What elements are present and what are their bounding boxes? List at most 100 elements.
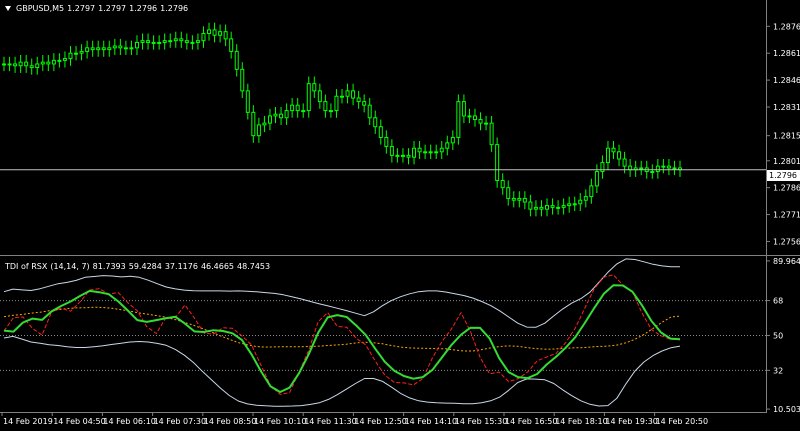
- candle-body: [240, 68, 245, 92]
- candle-body: [312, 83, 317, 92]
- candle-body: [539, 206, 544, 210]
- candle-body: [256, 124, 261, 137]
- candle-body: [85, 47, 90, 52]
- ohlc-low: 1.2796: [129, 4, 158, 13]
- candle-body: [528, 201, 533, 210]
- candle-body: [639, 167, 644, 170]
- time-tick-label: 14 Feb 19:30: [605, 417, 657, 426]
- candle-body: [234, 50, 239, 70]
- current-price-tag: 1.2796: [767, 170, 800, 181]
- candle-body: [13, 63, 18, 67]
- candle-body: [229, 38, 234, 52]
- candles: [2, 22, 682, 217]
- candle-body: [511, 197, 516, 201]
- candle-body: [450, 136, 455, 144]
- candle-body: [57, 59, 62, 62]
- candle-body: [589, 185, 594, 198]
- candle-body: [367, 104, 372, 119]
- candle-body: [151, 41, 156, 44]
- candle-body: [428, 151, 433, 154]
- candle-body: [273, 113, 278, 117]
- price-tick-label: 1.2801: [773, 157, 800, 166]
- ohlc-open: 1.2797: [67, 4, 96, 13]
- price-tick-label: 1.2786: [773, 184, 800, 193]
- candle-body: [90, 47, 95, 51]
- candle-body: [412, 147, 417, 158]
- candle-body: [495, 144, 500, 181]
- indicator-value-0: 81.7393: [92, 262, 126, 271]
- candle-body: [389, 145, 394, 156]
- time-tick-label: 14 Feb 11:30: [304, 417, 356, 426]
- candle-body: [184, 40, 189, 43]
- candle-body: [112, 45, 117, 49]
- candle-body: [251, 111, 256, 137]
- candle-body: [29, 65, 34, 69]
- indicator-axis[interactable]: 89.964 68 50 32 10.5038: [766, 257, 800, 414]
- candle-body: [295, 104, 300, 112]
- candle-body: [306, 83, 311, 112]
- indicator-axis-min: 10.5038: [773, 405, 800, 414]
- mid-band-line: [3, 306, 681, 352]
- time-tick-label: 14 Feb 07:30: [154, 417, 206, 426]
- candle-body: [190, 41, 195, 44]
- candle-body: [168, 40, 173, 43]
- candle-body: [434, 151, 439, 154]
- candle-body: [179, 38, 184, 42]
- price-axis[interactable]: 1.2876 1.2861 1.2846 1.2831 1.2815 1.2801 1.27…: [766, 22, 800, 246]
- time-tick-label: 14 Feb 20:50: [656, 417, 708, 426]
- indicator-name: TDI of RSX: [5, 262, 48, 271]
- candle-body: [351, 90, 356, 99]
- time-tick-label: 14 Feb 16:50: [505, 417, 557, 426]
- candle-body: [173, 38, 178, 42]
- dropdown-triangle-icon[interactable]: [5, 6, 11, 11]
- candle-body: [101, 47, 106, 51]
- candle-body: [140, 40, 145, 43]
- candle-body: [655, 165, 660, 173]
- candle-body: [157, 41, 162, 44]
- candle-body: [666, 165, 671, 169]
- candle-body: [123, 47, 128, 50]
- candle-body: [611, 147, 616, 153]
- main-chart-header: GBPUSD,M5 1.2797 1.2797 1.2796 1.2796: [5, 4, 188, 13]
- candle-body: [262, 122, 267, 126]
- candle-body: [284, 110, 289, 119]
- candle-body: [362, 101, 367, 106]
- time-tick-label: 14 Feb 04:50: [53, 417, 105, 426]
- price-panel[interactable]: [0, 22, 766, 217]
- candle-body: [423, 151, 428, 154]
- candle-body: [572, 203, 577, 206]
- candle-body: [328, 110, 333, 113]
- candle-body: [146, 40, 151, 43]
- candle-body: [622, 158, 627, 167]
- candle-body: [545, 205, 550, 210]
- candle-body: [672, 167, 677, 170]
- candle-body: [583, 196, 588, 201]
- candle-body: [400, 154, 405, 157]
- indicator-value-1: 59.4284: [128, 262, 162, 271]
- candle-body: [650, 171, 655, 174]
- chart-window[interactable]: 1.2876 1.2861 1.2846 1.2831 1.2815 1.2801 1.27…: [0, 0, 800, 431]
- candle-body: [506, 187, 511, 199]
- candle-body: [290, 104, 295, 112]
- candle-body: [378, 126, 383, 138]
- candle-body: [107, 47, 112, 51]
- time-tick-label: 14 Feb 06:10: [103, 417, 155, 426]
- candle-body: [522, 197, 527, 203]
- candle-body: [74, 52, 79, 55]
- candle-body: [207, 29, 212, 34]
- candle-body: [661, 165, 666, 168]
- candle-body: [46, 61, 51, 65]
- time-tick-label: 14 Feb 08:50: [204, 417, 256, 426]
- symbol-label: GBPUSD,M5: [16, 4, 65, 13]
- indicator-panel[interactable]: [0, 258, 766, 407]
- candle-body: [594, 171, 599, 187]
- candle-body: [223, 31, 228, 40]
- indicator-header: TDI of RSX (14,14, 7) 81.7393 59.4284 37…: [5, 262, 270, 271]
- candle-body: [472, 115, 477, 121]
- candle-body: [461, 101, 466, 117]
- time-axis[interactable]: 14 Feb 2019 14 Feb 04:5014 Feb 06:1014 Fe…: [1, 412, 708, 426]
- candle-body: [162, 40, 167, 43]
- candle-body: [245, 90, 250, 113]
- time-tick-label: 14 Feb 2019: [3, 417, 53, 426]
- price-tick-label: 1.2756: [773, 237, 800, 246]
